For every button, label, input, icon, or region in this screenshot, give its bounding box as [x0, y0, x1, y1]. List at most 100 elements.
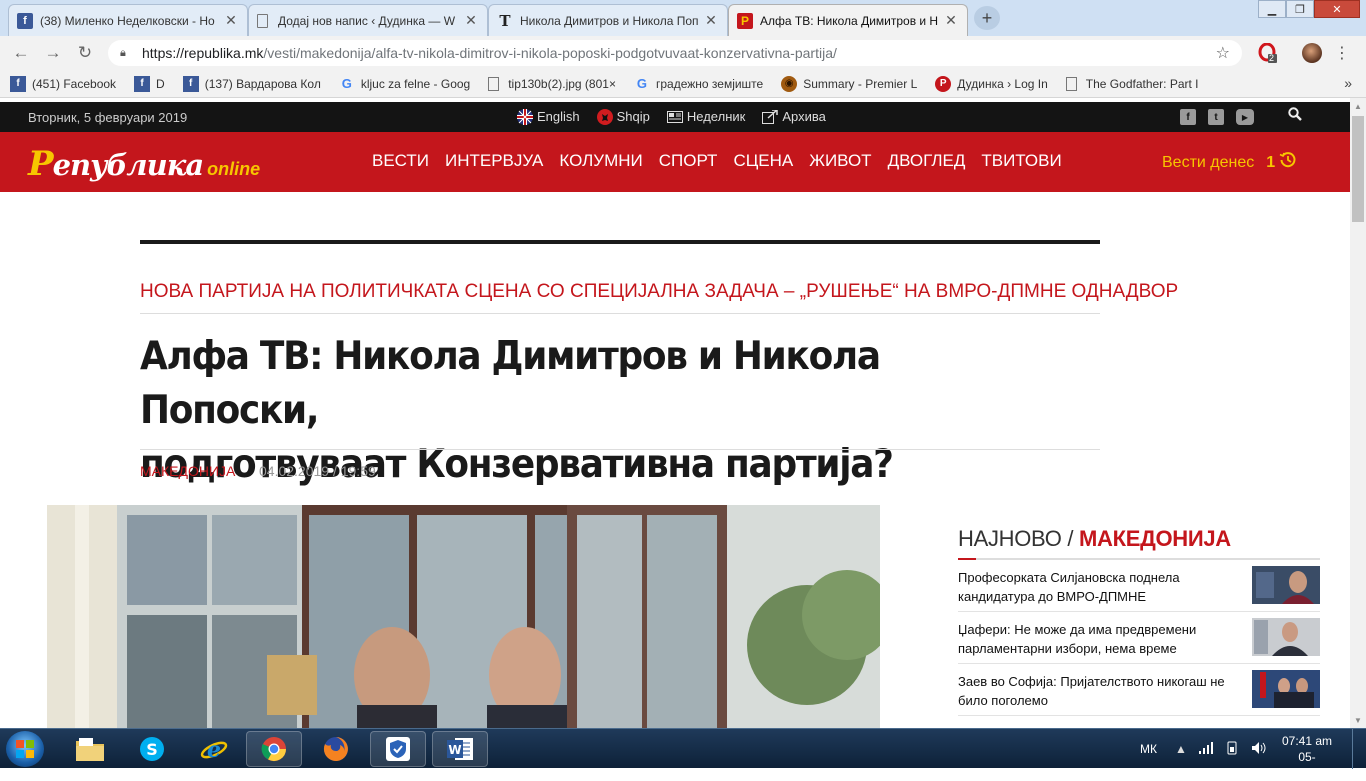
article-page: НОВА ПАРТИЈА НА ПОЛИТИЧКАТА СЦЕНА СО СПЕ… — [0, 192, 1350, 728]
close-icon[interactable]: ✕ — [943, 12, 959, 29]
article-datetime: 04.02.2019 / 19:59 — [259, 463, 376, 479]
nav-item-sport[interactable]: СПОРТ — [659, 151, 718, 171]
site-logo[interactable]: Република online — [28, 144, 260, 184]
taskbar-chrome[interactable] — [246, 731, 302, 767]
bookmark-item[interactable]: The Godfather: Part I — [1065, 76, 1199, 91]
topbar-link-arhiva[interactable]: Архива — [761, 109, 826, 124]
taskbar-internet-explorer[interactable]: e — [186, 731, 242, 767]
google-icon: G — [341, 76, 352, 91]
news-today-label: Вести денес — [1162, 153, 1255, 171]
republika-icon: Р — [737, 12, 753, 29]
scroll-down-arrow-icon[interactable]: ▼ — [1350, 712, 1366, 728]
tray-expand-icon[interactable]: ▲ — [1175, 742, 1187, 756]
scrollbar-thumb[interactable] — [1352, 116, 1364, 222]
forward-button[interactable]: → — [42, 42, 64, 64]
show-desktop-button[interactable] — [1352, 729, 1366, 769]
minimize-button[interactable]: ▁ — [1258, 0, 1286, 18]
site-topbar: Вторник, 5 февруари 2019 English Shqip Н… — [0, 102, 1350, 132]
close-window-button[interactable]: ✕ — [1314, 0, 1360, 18]
bookmark-item[interactable]: f (451) Facebook — [10, 75, 116, 92]
bookmark-item[interactable]: Gградежно земјиште — [634, 76, 763, 92]
nav-item-intervjua[interactable]: ИНТЕРВЈУА — [445, 151, 543, 171]
taskbar-firefox[interactable] — [308, 731, 364, 767]
browser-tab-label: Додај нов напис ‹ Дудинка — W — [278, 13, 456, 28]
network-signal-icon[interactable] — [1198, 741, 1213, 757]
bookmark-item[interactable]: f (137) Вардарова Кол — [182, 75, 321, 92]
bookmark-label: Дудинка › Log In — [957, 76, 1048, 91]
facebook-icon: f — [17, 12, 33, 29]
close-icon[interactable]: ✕ — [223, 12, 239, 29]
topbar-link-shqip[interactable]: Shqip — [596, 108, 650, 125]
system-tray: МК ▲ — [1140, 729, 1267, 769]
nav-item-scena[interactable]: СЦЕНА — [733, 151, 793, 171]
sidebar-news-thumbnail[interactable] — [1252, 566, 1320, 604]
sidebar-news-item[interactable]: Професорката Силјановска поднела кандида… — [958, 560, 1320, 612]
close-icon[interactable]: ✕ — [703, 12, 719, 29]
sidebar-news-title[interactable]: Џафери: Не може да има предвремени парла… — [958, 620, 1238, 658]
new-tab-button[interactable]: + — [974, 6, 1000, 30]
language-indicator[interactable]: МК — [1140, 742, 1157, 756]
maximize-button[interactable]: ❐ — [1286, 0, 1314, 18]
page-scrollbar[interactable]: ▲ ▼ — [1350, 98, 1366, 728]
t-letter-icon: T — [499, 11, 511, 30]
bookmark-label: D — [156, 76, 165, 91]
topbar-link-nedelnik[interactable]: Неделник — [666, 109, 745, 124]
bookmarks-overflow-button[interactable]: » — [1344, 75, 1352, 91]
facebook-icon[interactable]: f — [1180, 109, 1196, 125]
logo-online: online — [207, 159, 261, 179]
extension-badge: 2 — [1269, 53, 1275, 63]
nav-item-zivot[interactable]: ЖИВОТ — [809, 151, 871, 171]
profile-avatar[interactable] — [1300, 41, 1324, 65]
bookmark-star-icon[interactable]: ☆ — [1216, 43, 1230, 63]
sidebar-news-title[interactable]: Заев во Софија: Пријателството никогаш н… — [958, 672, 1238, 710]
reload-button[interactable]: ↻ — [74, 42, 96, 64]
news-today-button[interactable]: Вести денес 1 — [1162, 151, 1297, 174]
taskbar-clock[interactable]: 07:41 am 05-фев-2019 — [1272, 733, 1342, 781]
browser-tab-3[interactable]: T Никола Димитров и Никола Поп ✕ — [488, 4, 728, 36]
bookmark-item[interactable]: fD — [134, 75, 165, 92]
search-icon[interactable] — [1288, 107, 1302, 125]
sidebar-news-thumbnail[interactable] — [1252, 670, 1320, 708]
bookmark-item[interactable]: tip130b(2).jpg (801× — [488, 76, 616, 91]
sidebar-news-item[interactable]: Џафери: Не може да има предвремени парла… — [958, 612, 1320, 664]
twitter-icon[interactable]: t — [1208, 109, 1224, 125]
chrome-menu-icon[interactable]: ⋮ — [1330, 41, 1354, 65]
browser-tab-label: (38) Миленко Неделковски - Но — [40, 13, 215, 28]
nav-item-kolumni[interactable]: КОЛУМНИ — [559, 151, 642, 171]
taskbar-file-explorer[interactable] — [62, 731, 118, 767]
sidebar-news-title[interactable]: Професорката Силјановска поднела кандида… — [958, 568, 1238, 606]
power-icon[interactable] — [1225, 741, 1239, 758]
sidebar-news-item[interactable]: Заев во Софија: Пријателството никогаш н… — [958, 664, 1320, 716]
nav-item-vesti[interactable]: ВЕСТИ — [372, 151, 429, 171]
document-icon — [1065, 76, 1077, 91]
nav-item-tvitovi[interactable]: ТВИТОВИ — [981, 151, 1061, 171]
topbar-link-label: English — [537, 109, 580, 124]
nav-item-dvogled[interactable]: ДВОГЛЕД — [888, 151, 966, 171]
taskbar-skype[interactable]: S — [124, 731, 180, 767]
volume-icon[interactable] — [1251, 741, 1267, 758]
scroll-up-arrow-icon[interactable]: ▲ — [1350, 98, 1366, 114]
taskbar-word[interactable]: W — [432, 731, 488, 767]
browser-tab-4-active[interactable]: Р Алфа ТВ: Никола Димитров и Н ✕ — [728, 4, 968, 36]
opera-extension-icon[interactable]: 2 — [1256, 41, 1280, 65]
bookmark-label: tip130b(2).jpg (801× — [508, 76, 616, 91]
youtube-icon[interactable]: ▶ — [1236, 109, 1254, 125]
bookmark-item[interactable]: Gkljuc za felne - Goog — [339, 76, 470, 92]
bookmark-item[interactable]: Р Дудинка › Log In — [935, 75, 1048, 92]
bookmark-item[interactable]: ◉ Summary - Premier L — [781, 75, 917, 92]
facebook-icon: f — [134, 75, 151, 92]
windows-start-button[interactable] — [6, 731, 44, 767]
url-host: https://republika.mk — [142, 45, 264, 61]
topbar-link-english[interactable]: English — [516, 108, 580, 125]
bookmark-label: kljuc za felne - Goog — [360, 76, 471, 91]
sidebar-news-thumbnail[interactable] — [1252, 618, 1320, 656]
windows-taskbar: S e W МК ▲ 07:41 am 05-фев-2019 — [0, 728, 1366, 780]
browser-tab-1[interactable]: f (38) Миленко Неделковски - Но ✕ — [8, 4, 248, 36]
article-category-link[interactable]: МАКЕДОНИЈА — [140, 463, 235, 479]
back-button[interactable]: ← — [10, 42, 32, 64]
topbar-link-label: Shqip — [616, 109, 650, 124]
browser-tab-2[interactable]: Додај нов напис ‹ Дудинка — W ✕ — [248, 4, 488, 36]
taskbar-mcafee[interactable] — [370, 731, 426, 767]
close-icon[interactable]: ✕ — [463, 12, 479, 29]
address-bar[interactable]: 🔒︎ https://republika.mk/vesti/makedonija… — [108, 40, 1242, 66]
